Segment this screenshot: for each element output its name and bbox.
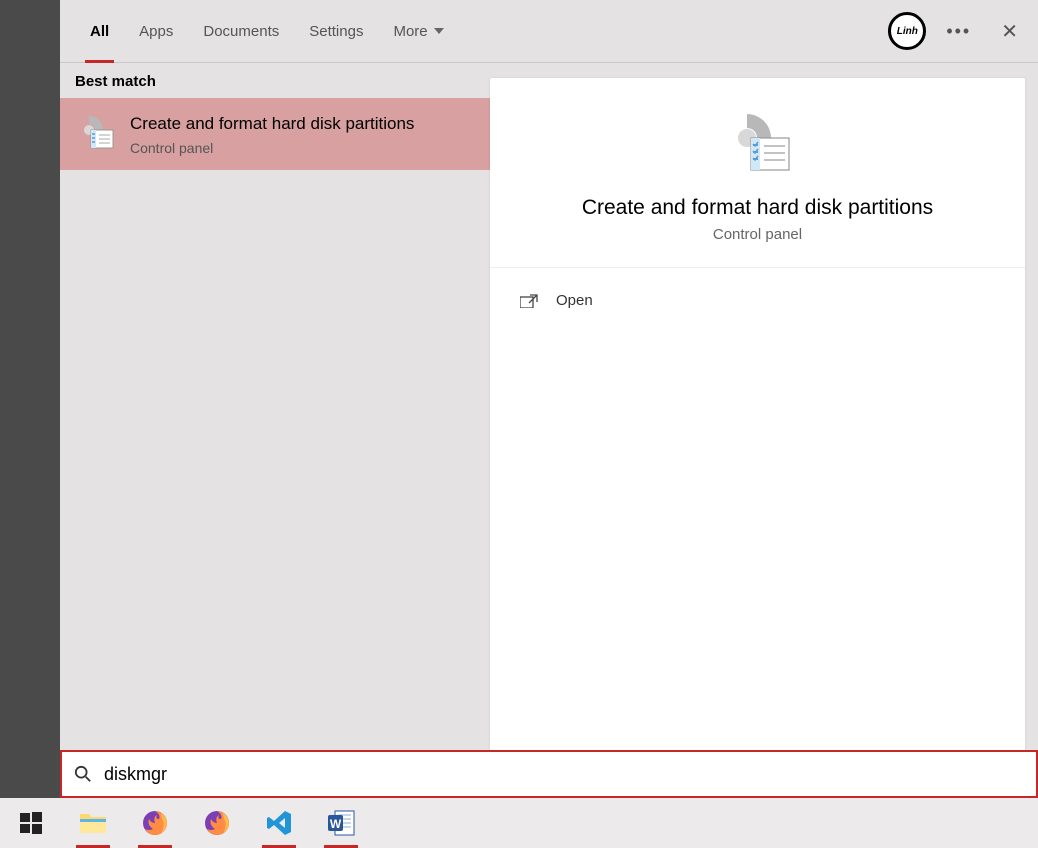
left-sidebar-strip [0, 0, 60, 798]
detail-subtitle: Control panel [510, 226, 1005, 243]
tab-more[interactable]: More [378, 0, 458, 63]
tab-documents[interactable]: Documents [188, 0, 294, 63]
search-box[interactable] [60, 750, 1038, 798]
firefox-icon [141, 809, 169, 837]
detail-actions: Open [490, 268, 1025, 333]
tabs-right-controls: Linh ••• ✕ [888, 12, 1028, 50]
tab-apps[interactable]: Apps [124, 0, 188, 63]
taskbar-firefox-1[interactable] [124, 798, 186, 848]
tab-all[interactable]: All [75, 0, 124, 63]
taskbar-vscode[interactable] [248, 798, 310, 848]
word-icon: W [327, 810, 355, 836]
search-input[interactable] [104, 764, 1024, 785]
result-subtitle: Control panel [130, 140, 475, 156]
close-icon[interactable]: ✕ [991, 19, 1028, 44]
results-column: Best match Create and format hard disk p… [60, 63, 490, 798]
firefox-icon [203, 809, 231, 837]
tab-settings[interactable]: Settings [294, 0, 378, 63]
user-avatar[interactable]: Linh [888, 12, 926, 50]
windows-icon [20, 812, 42, 834]
tab-more-label: More [393, 23, 427, 40]
tabs-bar: All Apps Documents Settings More Linh ••… [60, 0, 1038, 63]
start-button[interactable] [0, 798, 62, 848]
detail-column: Create and format hard disk partitions C… [490, 63, 1038, 798]
more-options-icon[interactable]: ••• [946, 21, 971, 42]
file-explorer-icon [79, 811, 107, 835]
section-header-best-match: Best match [60, 63, 490, 98]
detail-card: Create and format hard disk partitions C… [490, 78, 1025, 783]
open-icon [520, 294, 538, 308]
result-text: Create and format hard disk partitions C… [130, 112, 475, 156]
disk-management-large-icon [723, 108, 793, 178]
detail-header: Create and format hard disk partitions C… [490, 78, 1025, 268]
taskbar-file-explorer[interactable] [62, 798, 124, 848]
disk-management-icon [75, 112, 115, 152]
open-label: Open [556, 292, 593, 309]
open-action[interactable]: Open [490, 278, 1025, 323]
taskbar-word[interactable]: W [310, 798, 372, 848]
search-panel: All Apps Documents Settings More Linh ••… [60, 0, 1038, 798]
result-item-disk-partitions[interactable]: Create and format hard disk partitions C… [60, 98, 490, 170]
taskbar-firefox-2[interactable] [186, 798, 248, 848]
detail-title: Create and format hard disk partitions [510, 196, 1005, 220]
svg-text:W: W [330, 817, 342, 831]
content-row: Best match Create and format hard disk p… [60, 63, 1038, 798]
taskbar: W [0, 798, 1038, 848]
vscode-icon [266, 810, 292, 836]
chevron-down-icon [434, 28, 444, 34]
result-title: Create and format hard disk partitions [130, 112, 475, 136]
search-icon [74, 765, 92, 783]
